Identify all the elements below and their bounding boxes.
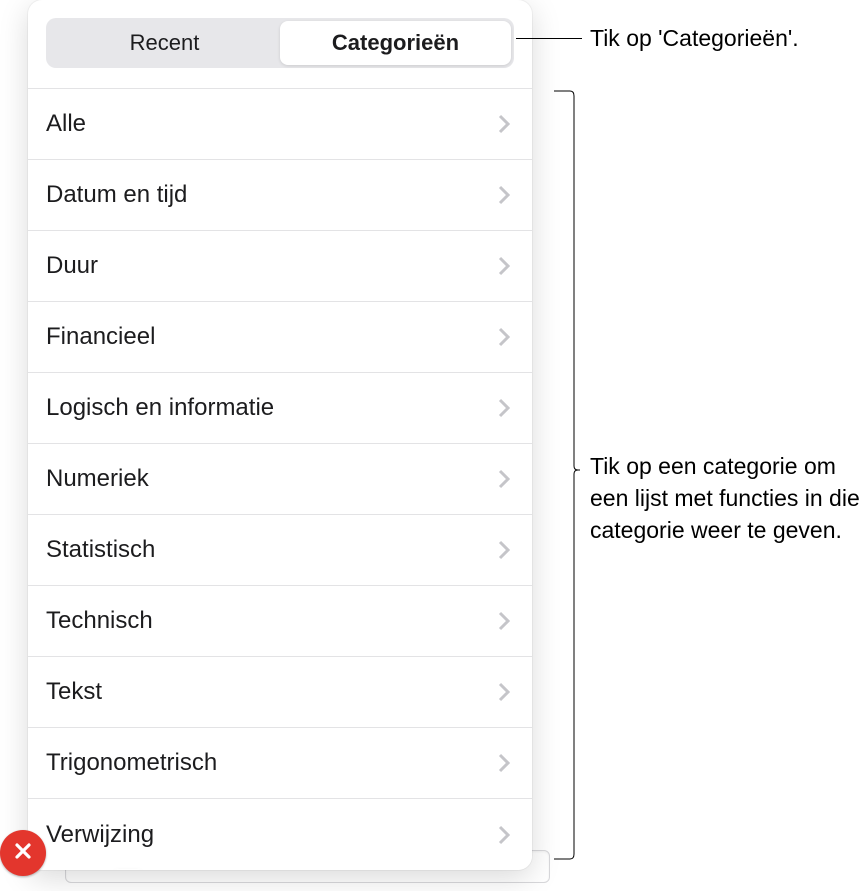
list-item[interactable]: Tekst bbox=[28, 657, 532, 728]
chevron-right-icon bbox=[498, 540, 510, 560]
popover-tail bbox=[113, 869, 143, 870]
list-item-label: Verwijzing bbox=[46, 821, 154, 849]
segmented-control: Recent Categorieën bbox=[46, 18, 514, 68]
list-item[interactable]: Duur bbox=[28, 231, 532, 302]
list-item-label: Financieel bbox=[46, 323, 155, 351]
list-item[interactable]: Financieel bbox=[28, 302, 532, 373]
list-item-label: Datum en tijd bbox=[46, 181, 187, 209]
list-item[interactable]: Alle bbox=[28, 89, 532, 160]
list-item[interactable]: Technisch bbox=[28, 586, 532, 657]
callout-leader-line bbox=[516, 38, 582, 39]
chevron-right-icon bbox=[498, 611, 510, 631]
list-item-label: Logisch en informatie bbox=[46, 394, 274, 422]
list-item[interactable]: Logisch en informatie bbox=[28, 373, 532, 444]
chevron-right-icon bbox=[498, 256, 510, 276]
list-item-label: Alle bbox=[46, 110, 86, 138]
callout-middle-text: Tik op een categorie om een lijst met fu… bbox=[590, 453, 860, 543]
chevron-right-icon bbox=[498, 114, 510, 134]
callout-middle: Tik op een categorie om een lijst met fu… bbox=[590, 450, 860, 547]
close-icon bbox=[13, 841, 33, 866]
list-item[interactable]: Trigonometrisch bbox=[28, 728, 532, 799]
functions-popover: Recent Categorieën Alle Datum en tijd Du… bbox=[28, 0, 532, 870]
tab-categories-label: Categorieën bbox=[332, 30, 459, 55]
chevron-right-icon bbox=[498, 825, 510, 845]
callout-top: Tik op 'Categorieën'. bbox=[590, 22, 799, 54]
chevron-right-icon bbox=[498, 327, 510, 347]
callout-bracket bbox=[554, 90, 580, 860]
list-item[interactable]: Numeriek bbox=[28, 444, 532, 515]
callout-top-text: Tik op 'Categorieën'. bbox=[590, 25, 799, 51]
categories-list: Alle Datum en tijd Duur Financieel Logis… bbox=[28, 88, 532, 870]
tab-recent-label: Recent bbox=[130, 30, 200, 55]
list-item-label: Duur bbox=[46, 252, 98, 280]
list-item-label: Numeriek bbox=[46, 465, 149, 493]
list-item-label: Trigonometrisch bbox=[46, 749, 217, 777]
list-item-label: Technisch bbox=[46, 607, 153, 635]
list-item[interactable]: Datum en tijd bbox=[28, 160, 532, 231]
tab-categories[interactable]: Categorieën bbox=[280, 21, 511, 65]
chevron-right-icon bbox=[498, 398, 510, 418]
list-item-label: Tekst bbox=[46, 678, 102, 706]
chevron-right-icon bbox=[498, 469, 510, 489]
list-item[interactable]: Verwijzing bbox=[28, 799, 532, 870]
tab-bar: Recent Categorieën bbox=[28, 0, 532, 78]
tab-recent[interactable]: Recent bbox=[49, 21, 280, 65]
chevron-right-icon bbox=[498, 185, 510, 205]
chevron-right-icon bbox=[498, 682, 510, 702]
list-item[interactable]: Statistisch bbox=[28, 515, 532, 586]
chevron-right-icon bbox=[498, 753, 510, 773]
close-formula-button[interactable] bbox=[0, 830, 46, 876]
list-item-label: Statistisch bbox=[46, 536, 155, 564]
